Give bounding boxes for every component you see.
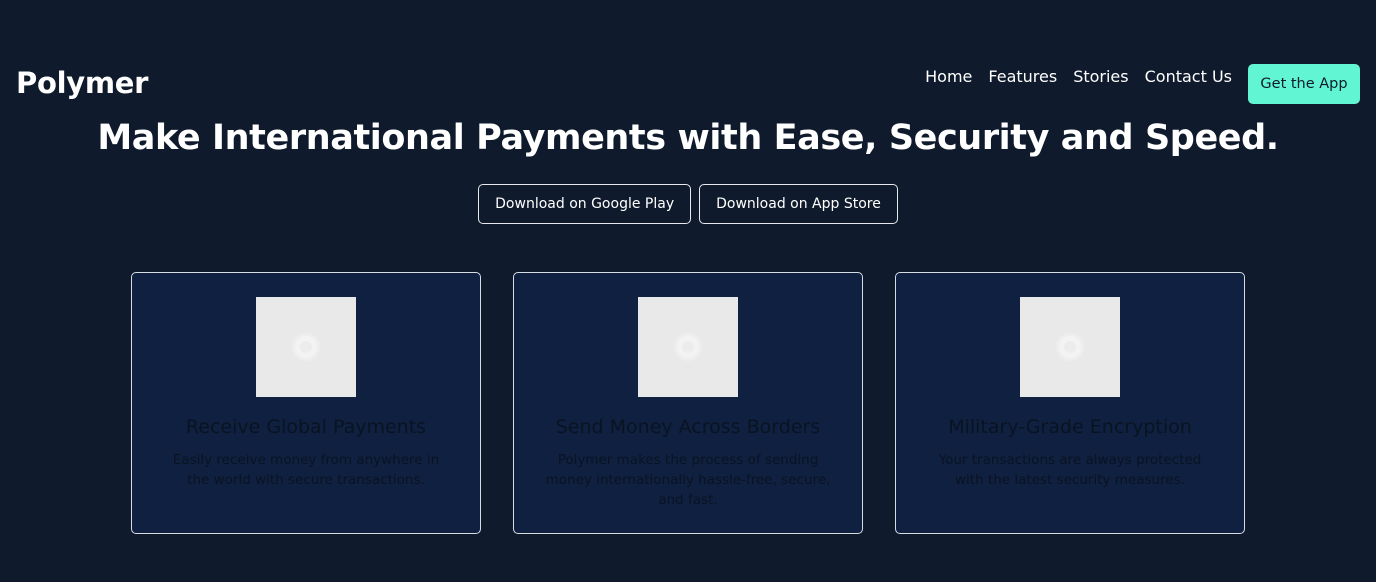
nav-link-contact-us[interactable]: Contact Us [1145,67,1232,86]
feature-card: Send Money Across Borders Polymer makes … [513,272,863,534]
feature-image-placeholder [638,297,738,397]
feature-card: Receive Global Payments Easily receive m… [131,272,481,534]
feature-description: Your transactions are always protected w… [938,452,1202,488]
feature-card: Military-Grade Encryption Your transacti… [895,272,1245,534]
feature-description: Polymer makes the process of sending mon… [545,452,831,508]
feature-description: Easily receive money from anywhere in th… [172,452,440,488]
feature-image-placeholder [1020,297,1120,397]
app-store-button[interactable]: Download on App Store [699,184,898,224]
get-the-app-button[interactable]: Get the App [1248,64,1360,104]
feature-title: Military-Grade Encryption [948,416,1192,438]
google-play-button[interactable]: Download on Google Play [478,184,692,224]
hero-title: Make International Payments with Ease, S… [97,118,1279,158]
nav-link-features[interactable]: Features [988,67,1057,86]
feature-title: Send Money Across Borders [555,416,821,438]
loading-spinner-icon [295,336,317,358]
feature-title: Receive Global Payments [185,416,427,438]
features-section: Receive Global Payments Easily receive m… [131,272,1245,534]
brand-logo[interactable]: Polymer [16,66,148,100]
nav-link-home[interactable]: Home [925,67,972,86]
nav-link-stories[interactable]: Stories [1073,67,1128,86]
feature-image-placeholder [256,297,356,397]
store-buttons: Download on Google Play Download on App … [0,184,1376,224]
loading-spinner-icon [677,336,699,358]
main-nav: Home Features Stories Contact Us Get the… [925,64,1360,104]
landing-page: Polymer Home Features Stories Contact Us… [0,0,1376,582]
loading-spinner-icon [1059,336,1081,358]
